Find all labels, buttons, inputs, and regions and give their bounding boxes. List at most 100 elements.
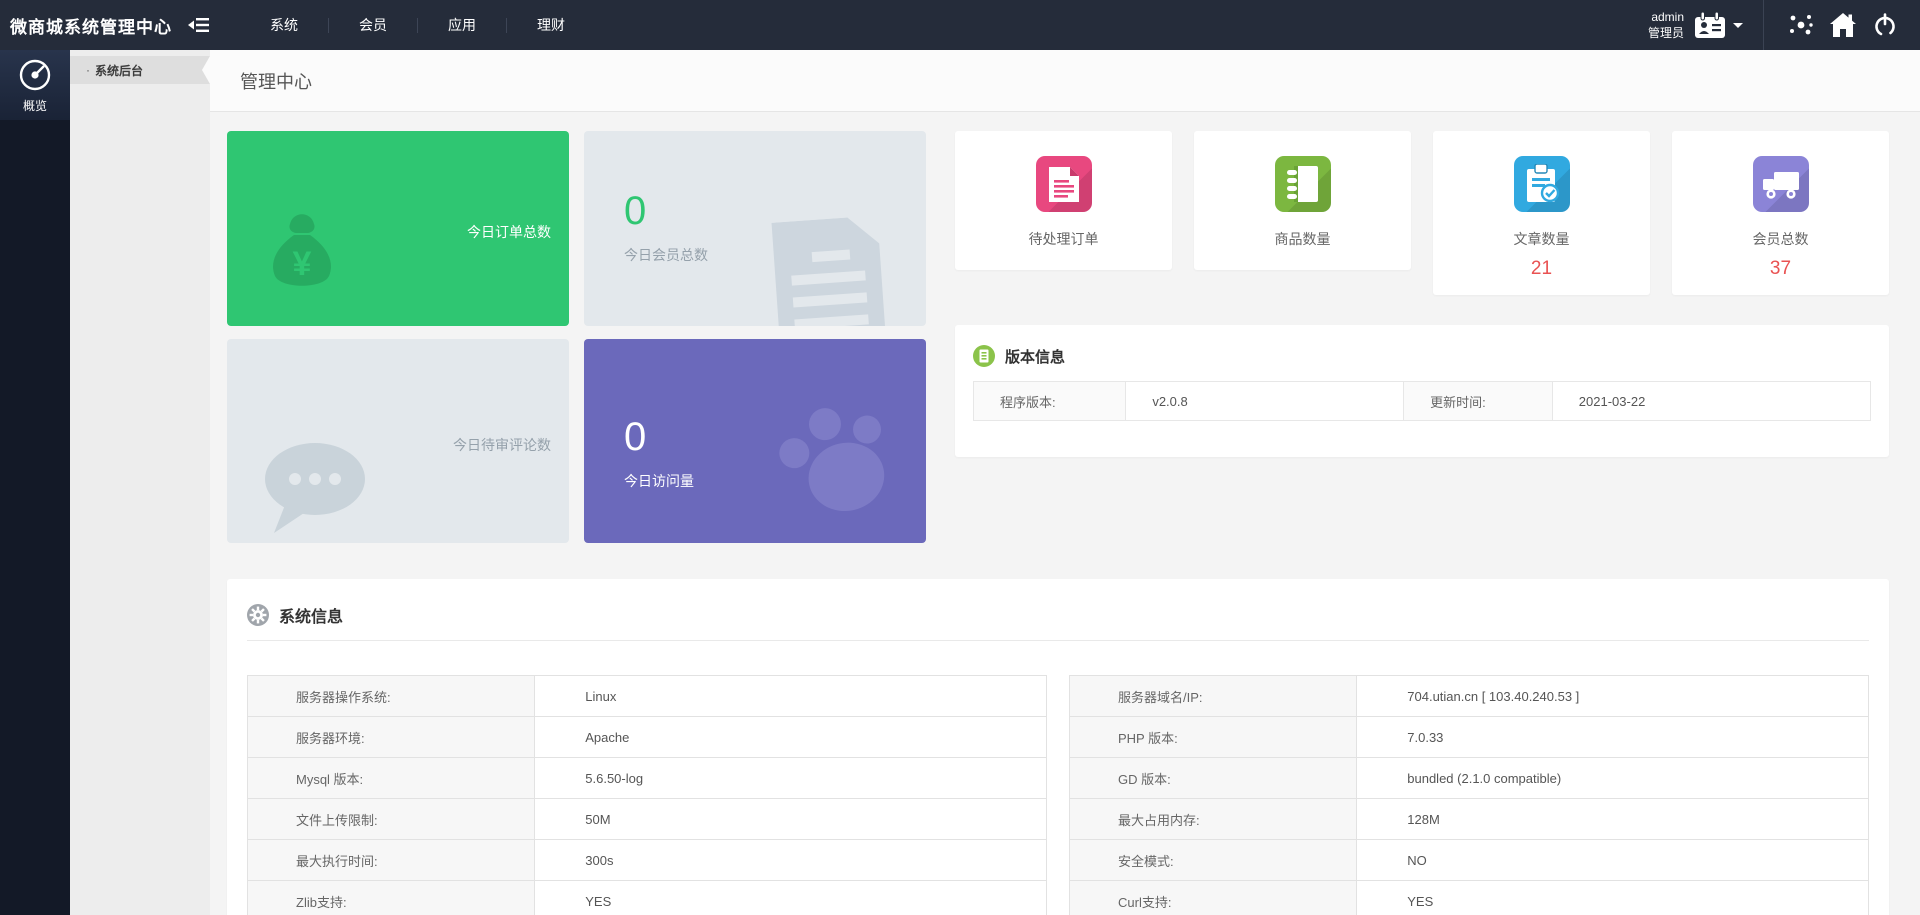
version-label: 程序版本:: [974, 382, 1126, 420]
row-value: YES: [1357, 881, 1868, 915]
table-row: GD 版本: bundled (2.1.0 compatible): [1069, 758, 1869, 799]
version-value: v2.0.8: [1126, 382, 1404, 420]
stat-card-label: 今日访问量: [624, 471, 694, 491]
navbar-divider: [1763, 0, 1764, 50]
arrow-notch: [202, 56, 210, 84]
quick-card-product-count[interactable]: 商品数量: [1194, 131, 1411, 270]
row-label: 服务器环境:: [248, 717, 535, 757]
system-table-left: 服务器操作系统: Linux 服务器环境: Apache Mysql 版本: 5…: [247, 675, 1047, 915]
row-value: 5.6.50-log: [535, 758, 1046, 798]
money-bag-icon: ¥: [263, 207, 341, 293]
table-row: 安全模式: NO: [1069, 840, 1869, 881]
quick-card-label: 文章数量: [1514, 229, 1570, 249]
row-value: 50M: [535, 799, 1046, 839]
update-time-value: 2021-03-22: [1553, 382, 1870, 420]
order-document-icon: [1049, 167, 1079, 202]
row-value: Apache: [535, 717, 1046, 757]
version-info-panel: 版本信息 程序版本: v2.0.8 更新时间: 2021-03-22: [955, 325, 1889, 457]
row-value: 128M: [1357, 799, 1868, 839]
table-row: PHP 版本: 7.0.33: [1069, 717, 1869, 758]
truck-icon: [1761, 168, 1801, 200]
stat-card-pending-comments-today[interactable]: 今日待审评论数: [227, 339, 569, 543]
menu-item-system[interactable]: 系统: [240, 0, 328, 50]
svg-text:¥: ¥: [293, 245, 312, 283]
row-value: 704.utian.cn [ 103.40.240.53 ]: [1357, 676, 1868, 716]
sidebar-item-overview[interactable]: 概览: [0, 50, 70, 120]
clipboard-check-icon: [1523, 164, 1561, 204]
stat-card-label: 今日会员总数: [624, 245, 708, 265]
notebook-icon: [1284, 164, 1322, 204]
top-navbar: 微商城系统管理中心 系统 会员 应用 理财 admin 管理员: [0, 0, 1920, 50]
row-label: 服务器操作系统:: [248, 676, 535, 716]
row-label: 最大执行时间:: [248, 840, 535, 880]
table-row: 服务器操作系统: Linux: [247, 676, 1047, 717]
sub-sidebar: · 系统后台: [70, 50, 210, 915]
user-info: admin 管理员: [1648, 9, 1684, 41]
row-label: 最大占用内存:: [1070, 799, 1357, 839]
menu-item-app[interactable]: 应用: [418, 0, 506, 50]
stat-cards-grid: ¥ 今日订单总数 0 今日会员总数: [227, 131, 926, 543]
gauge-icon: [17, 57, 53, 93]
row-label: 文件上传限制:: [248, 799, 535, 839]
row-value: YES: [535, 881, 1046, 915]
paw-icon: [756, 379, 913, 536]
row-value: NO: [1357, 840, 1868, 880]
main-content: 管理中心 ¥ 今日订单总数 0 今日会员总数: [210, 0, 1920, 915]
row-value: 300s: [535, 840, 1046, 880]
quick-card-label: 会员总数: [1753, 229, 1809, 249]
row-label: PHP 版本:: [1070, 717, 1357, 757]
row-value: Linux: [535, 676, 1046, 716]
row-label: Zlib支持:: [248, 881, 535, 915]
document-icon: [766, 215, 893, 326]
stat-card-label: 今日订单总数: [467, 222, 551, 242]
page-header: 管理中心: [210, 50, 1920, 112]
page-title: 管理中心: [210, 68, 312, 94]
quick-card-value: 37: [1770, 258, 1791, 280]
user-name: admin: [1648, 9, 1684, 25]
user-role: 管理员: [1648, 25, 1684, 41]
system-info-panel: 系统信息 服务器操作系统: Linux 服务器环境: Apache Mysql …: [227, 579, 1889, 915]
row-label: GD 版本:: [1070, 758, 1357, 798]
quick-card-member-total[interactable]: 会员总数 37: [1672, 131, 1889, 295]
table-row: Curl支持: YES: [1069, 881, 1869, 915]
chat-bubble-icon: [261, 439, 373, 539]
menu-item-member[interactable]: 会员: [329, 0, 417, 50]
quick-card-value: 21: [1531, 258, 1552, 280]
quick-card-pending-orders[interactable]: 待处理订单: [955, 131, 1172, 270]
stat-card-value: 0: [624, 415, 694, 459]
row-label: Curl支持:: [1070, 881, 1357, 915]
version-panel-title: 版本信息: [1005, 346, 1065, 367]
menu-fold-icon[interactable]: [188, 15, 212, 35]
icon-sidebar: 概览: [0, 50, 70, 915]
table-row: 服务器域名/IP: 704.utian.cn [ 103.40.240.53 ]: [1069, 676, 1869, 717]
row-label: 服务器域名/IP:: [1070, 676, 1357, 716]
table-row: Zlib支持: YES: [247, 881, 1047, 915]
app-title: 微商城系统管理中心: [10, 13, 182, 38]
subsidebar-item-system-backend[interactable]: · 系统后台: [70, 56, 210, 84]
bullet: ·: [86, 63, 90, 77]
stat-card-visits-today[interactable]: 0 今日访问量: [584, 339, 926, 543]
system-panel-title: 系统信息: [279, 603, 343, 627]
home-icon[interactable]: [1822, 0, 1864, 50]
gear-icon: [247, 604, 269, 626]
panel-divider: [247, 640, 1869, 641]
chevron-down-icon[interactable]: [1733, 23, 1743, 28]
row-label: 安全模式:: [1070, 840, 1357, 880]
update-time-label: 更新时间:: [1404, 382, 1553, 420]
stat-card-orders-today[interactable]: ¥ 今日订单总数: [227, 131, 569, 326]
share-network-icon[interactable]: [1780, 0, 1822, 50]
top-menu: 系统 会员 应用 理财: [240, 0, 595, 50]
row-value: bundled (2.1.0 compatible): [1357, 758, 1868, 798]
version-doc-icon: [973, 345, 995, 367]
power-icon[interactable]: [1864, 0, 1906, 50]
quick-card-article-count[interactable]: 文章数量 21: [1433, 131, 1650, 295]
quick-card-label: 待处理订单: [1029, 229, 1099, 249]
table-row: Mysql 版本: 5.6.50-log: [247, 758, 1047, 799]
menu-item-finance[interactable]: 理财: [507, 0, 595, 50]
quick-cards-row: 待处理订单 商: [955, 131, 1889, 295]
stat-card-value: 0: [624, 189, 708, 233]
id-card-icon[interactable]: [1694, 12, 1726, 39]
stat-card-members-today[interactable]: 0 今日会员总数: [584, 131, 926, 326]
version-table: 程序版本: v2.0.8 更新时间: 2021-03-22: [973, 381, 1871, 421]
table-row: 最大占用内存: 128M: [1069, 799, 1869, 840]
